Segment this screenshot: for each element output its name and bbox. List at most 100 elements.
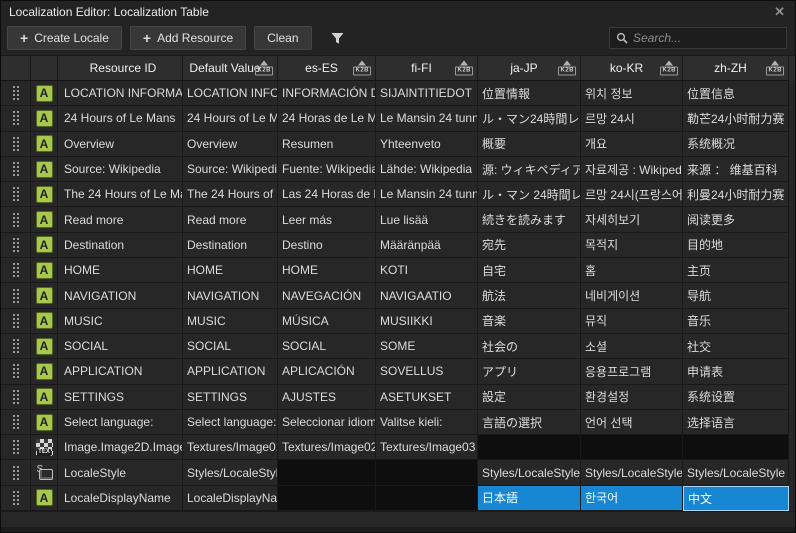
fi-FI-cell[interactable]: Le Mansin 24 tunnin ajo — [376, 182, 478, 207]
zh-ZH-cell[interactable]: 目的地 — [683, 233, 789, 258]
create-locale-button[interactable]: + Create Locale — [7, 26, 122, 50]
ja-JP-cell[interactable]: 自宅 — [478, 258, 581, 283]
row-drag-handle[interactable] — [1, 258, 31, 283]
export-icon[interactable]: K2B — [455, 61, 473, 76]
zh-ZH-cell[interactable]: 社交 — [683, 334, 789, 359]
zh-ZH-cell[interactable]: 利曼24小时耐力赛 — [683, 182, 789, 207]
ja-JP-cell[interactable]: 宛先 — [478, 233, 581, 258]
ja-JP-cell[interactable]: 続きを読みます — [478, 207, 581, 232]
zh-ZH-cell[interactable]: 来源 ： 维基百科 — [683, 157, 789, 182]
resource-id-cell[interactable]: NAVIGATION — [58, 283, 183, 308]
ko-KR-cell[interactable]: 한국어 — [581, 486, 683, 511]
row-drag-handle[interactable] — [1, 157, 31, 182]
zh-ZH-cell[interactable]: 系统概况 — [683, 132, 789, 157]
es-ES-cell[interactable]: HOME — [278, 258, 376, 283]
row-drag-handle[interactable] — [1, 435, 31, 460]
ja-JP-cell[interactable]: Styles/LocaleStyle — [478, 460, 581, 485]
resource-id-cell[interactable]: The 24 Hours of Le Mans — [58, 182, 183, 207]
row-drag-handle[interactable] — [1, 233, 31, 258]
es-ES-cell[interactable] — [278, 460, 376, 485]
fi-FI-cell[interactable]: Textures/Image03 — [376, 435, 478, 460]
es-ES-cell[interactable]: Las 24 Horas de Le Mans — [278, 182, 376, 207]
ko-KR-cell[interactable]: 뮤직 — [581, 309, 683, 334]
ja-JP-cell[interactable]: 位置情報 — [478, 81, 581, 106]
fi-FI-cell[interactable]: Lue lisää — [376, 207, 478, 232]
default-value-cell[interactable]: NAVIGATION — [183, 283, 278, 308]
row-drag-handle[interactable] — [1, 359, 31, 384]
ko-KR-cell[interactable]: 홈 — [581, 258, 683, 283]
fi-FI-cell[interactable]: Määränpää — [376, 233, 478, 258]
row-drag-handle[interactable] — [1, 385, 31, 410]
ja-JP-cell[interactable]: 航法 — [478, 283, 581, 308]
row-drag-handle[interactable] — [1, 460, 31, 485]
fi-FI-cell[interactable]: ASETUKSET — [376, 385, 478, 410]
search-input[interactable] — [633, 31, 780, 45]
zh-ZH-cell[interactable]: Styles/LocaleStyle — [683, 460, 789, 485]
zh-ZH-cell[interactable]: 中文 — [683, 486, 789, 511]
ko-KR-cell[interactable] — [581, 435, 683, 460]
clean-button[interactable]: Clean — [254, 26, 311, 50]
default-value-cell[interactable]: Styles/LocaleStyle — [183, 460, 278, 485]
resource-id-cell[interactable]: HOME — [58, 258, 183, 283]
default-value-cell[interactable]: Textures/Image01 — [183, 435, 278, 460]
es-ES-cell[interactable]: Resumen — [278, 132, 376, 157]
default-value-cell[interactable]: MUSIC — [183, 309, 278, 334]
fi-FI-cell[interactable]: SIJAINTITIEDOT — [376, 81, 478, 106]
es-ES-cell[interactable]: APLICACIÓN — [278, 359, 376, 384]
es-ES-cell[interactable]: Leer más — [278, 207, 376, 232]
es-ES-cell[interactable]: 24 Horas de Le Mans — [278, 106, 376, 131]
fi-FI-cell[interactable]: NAVIGAATIO — [376, 283, 478, 308]
column-header-ja-JP[interactable]: ja-JP K2B — [478, 56, 581, 81]
export-icon[interactable]: K2B — [660, 61, 678, 76]
zh-ZH-cell[interactable]: 导航 — [683, 283, 789, 308]
row-drag-handle[interactable] — [1, 182, 31, 207]
ko-KR-cell[interactable]: 르망 24시 — [581, 106, 683, 131]
default-value-cell[interactable]: Read more — [183, 207, 278, 232]
default-value-cell[interactable]: SETTINGS — [183, 385, 278, 410]
ko-KR-cell[interactable]: 네비게이션 — [581, 283, 683, 308]
ja-JP-cell[interactable]: ル・マン 24時間レース — [478, 182, 581, 207]
ko-KR-cell[interactable]: 응용프로그램 — [581, 359, 683, 384]
zh-ZH-cell[interactable]: 系统设置 — [683, 385, 789, 410]
resource-id-cell[interactable]: Destination — [58, 233, 183, 258]
search-box[interactable] — [609, 27, 787, 49]
ja-JP-cell[interactable]: 概要 — [478, 132, 581, 157]
resource-id-cell[interactable]: Image.Image2D.Image01 — [58, 435, 183, 460]
fi-FI-cell[interactable]: Le Mansin 24 tunnin ajo — [376, 106, 478, 131]
ko-KR-cell[interactable]: 개요 — [581, 132, 683, 157]
fi-FI-cell[interactable]: KOTI — [376, 258, 478, 283]
close-icon[interactable]: ✕ — [772, 5, 787, 19]
fi-FI-cell[interactable]: Yhteenveto — [376, 132, 478, 157]
es-ES-cell[interactable]: Fuente: Wikipedia — [278, 157, 376, 182]
ja-JP-cell[interactable]: ル・マン24時間レース — [478, 106, 581, 131]
ko-KR-cell[interactable]: 언어 선택 — [581, 410, 683, 435]
row-drag-handle[interactable] — [1, 81, 31, 106]
default-value-cell[interactable]: LocaleDisplayName — [183, 486, 278, 511]
ko-KR-cell[interactable]: 자료제공 : Wikipedia — [581, 157, 683, 182]
filter-funnel-icon[interactable] — [330, 31, 345, 46]
ko-KR-cell[interactable]: 소셜 — [581, 334, 683, 359]
zh-ZH-cell[interactable]: 音乐 — [683, 309, 789, 334]
default-value-cell[interactable]: SOCIAL — [183, 334, 278, 359]
es-ES-cell[interactable]: MÚSICA — [278, 309, 376, 334]
export-icon[interactable]: K2B — [558, 61, 576, 76]
default-value-cell[interactable]: Select language: — [183, 410, 278, 435]
ko-KR-cell[interactable]: 목적지 — [581, 233, 683, 258]
resource-id-cell[interactable]: LocaleStyle — [58, 460, 183, 485]
default-value-cell[interactable]: HOME — [183, 258, 278, 283]
ja-JP-cell[interactable]: アプリ — [478, 359, 581, 384]
fi-FI-cell[interactable]: SOME — [376, 334, 478, 359]
ja-JP-cell[interactable] — [478, 435, 581, 460]
fi-FI-cell[interactable]: Lähde: Wikipedia — [376, 157, 478, 182]
ko-KR-cell[interactable]: Styles/LocaleStyle — [581, 460, 683, 485]
row-drag-handle[interactable] — [1, 106, 31, 131]
column-header-resource-id[interactable]: Resource ID — [58, 56, 183, 81]
default-value-cell[interactable]: The 24 Hours of Le Mans — [183, 182, 278, 207]
ja-JP-cell[interactable]: 日本語 — [478, 486, 581, 511]
resource-id-cell[interactable]: Read more — [58, 207, 183, 232]
ja-JP-cell[interactable]: 設定 — [478, 385, 581, 410]
fi-FI-cell[interactable]: MUSIIKKI — [376, 309, 478, 334]
zh-ZH-cell[interactable] — [683, 435, 789, 460]
ja-JP-cell[interactable]: 言語の選択 — [478, 410, 581, 435]
resource-id-cell[interactable]: Source: Wikipedia — [58, 157, 183, 182]
